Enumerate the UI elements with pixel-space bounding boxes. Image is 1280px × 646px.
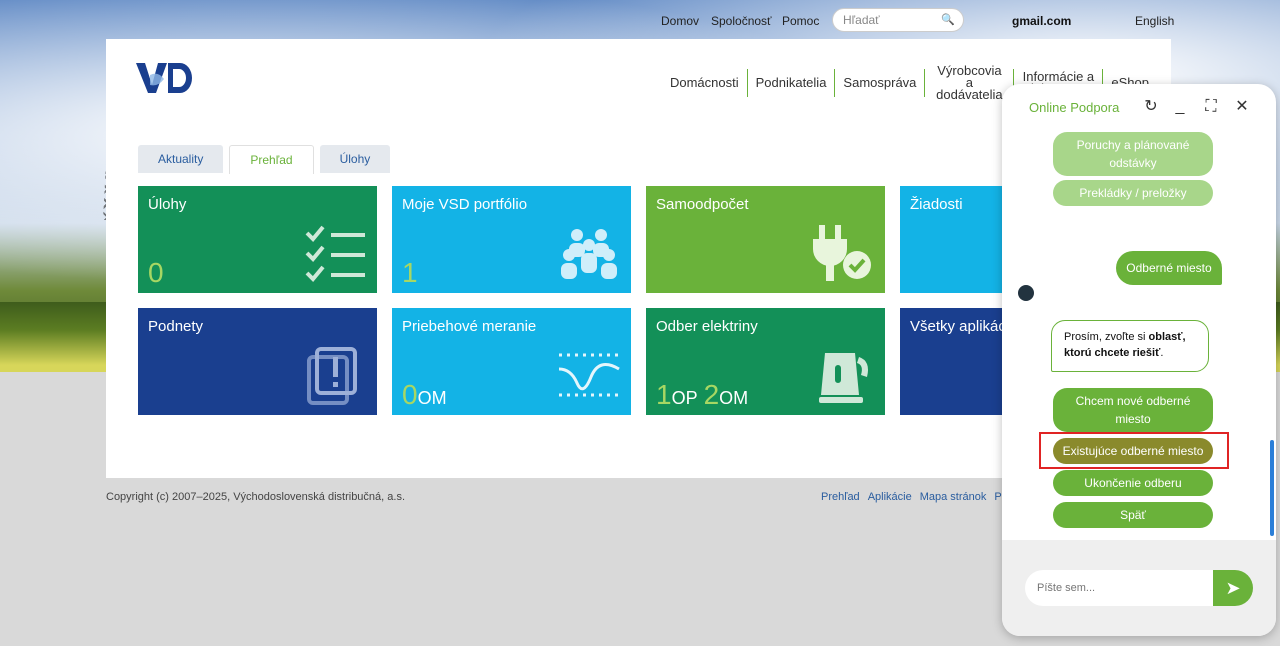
chat-messages: Poruchy a plánované odstávky Prekládky /… — [1002, 130, 1276, 540]
minimize-icon[interactable]: _ — [1171, 98, 1189, 116]
user-email[interactable]: gmail.com — [1012, 14, 1071, 28]
chat-header: Online Podpora ↻ _ ⛶ ✕ — [1002, 84, 1276, 130]
tile-count — [656, 257, 662, 289]
tile-title: Priebehové meranie — [402, 318, 537, 335]
language-link[interactable]: English — [1135, 14, 1174, 28]
highlight-box — [1039, 432, 1229, 469]
tile-unit: OM — [417, 388, 447, 408]
chat-option-ukoncenie[interactable]: Ukončenie odberu — [1053, 470, 1213, 496]
tile-count2: 2 — [703, 379, 720, 410]
footer-link-aplikacie[interactable]: Aplikácie — [868, 491, 912, 503]
tile-title: Moje VSD portfólio — [402, 196, 528, 213]
top-link-spolocnost[interactable]: Spoločnosť — [711, 14, 772, 28]
top-link-pomoc[interactable]: Pomoc — [782, 14, 819, 28]
nav-domacnosti[interactable]: Domácnosti — [662, 69, 748, 97]
tile-count: 1 — [402, 257, 418, 288]
nav-podnikatelia[interactable]: Podnikatelia — [748, 69, 836, 97]
search-input[interactable]: Hľadať 🔍 — [832, 8, 964, 32]
tab-aktuality[interactable]: Aktuality — [138, 145, 224, 173]
checklist-icon — [303, 223, 367, 283]
bot-message-prefix: Prosím, zvoľte si — [1064, 331, 1149, 343]
tile-count: 0 — [402, 379, 418, 410]
tile-6[interactable]: Odber elektriny 1OP 2OM — [646, 308, 885, 415]
footer-link-prehlad[interactable]: Prehľad — [821, 491, 860, 503]
tile-2[interactable]: Samoodpočet — [646, 186, 885, 293]
chat-title: Online Podpora — [1029, 100, 1120, 115]
chat-option-poruchy[interactable]: Poruchy a plánované odstávky — [1053, 132, 1213, 176]
kettle-icon — [811, 345, 875, 405]
close-icon[interactable]: ✕ — [1233, 98, 1251, 116]
tile-title: Úlohy — [148, 196, 187, 213]
tab-ulohy[interactable]: Úlohy — [319, 145, 391, 173]
alert-icon — [303, 345, 367, 405]
expand-icon[interactable]: ⛶ — [1202, 98, 1220, 116]
tile-5[interactable]: Priebehové meranie 0OM — [392, 308, 631, 415]
chat-option-spat[interactable]: Späť — [1053, 502, 1213, 528]
user-message: Odberné miesto — [1116, 251, 1222, 285]
footer-link-mapa[interactable]: Mapa stránok — [920, 491, 987, 503]
chat-option-preklady[interactable]: Prekládky / preložky — [1053, 180, 1213, 206]
bot-message: Prosím, zvoľte si oblasť, ktorú chcete r… — [1051, 320, 1209, 372]
plug-icon — [811, 223, 875, 283]
search-placeholder: Hľadať — [843, 13, 880, 27]
footer-links: Prehľad Aplikácie Mapa stránok Po — [821, 491, 1008, 503]
tile-title: Samoodpočet — [656, 196, 749, 213]
top-bar: Domov Spoločnosť Pomoc — [0, 12, 1280, 30]
tile-count — [910, 379, 916, 411]
tile-title: Odber elektriny — [656, 318, 758, 335]
tile-count: 0 — [148, 257, 170, 289]
send-icon[interactable]: ➤ — [1213, 570, 1253, 606]
nav-samosprava[interactable]: Samospráva — [835, 69, 926, 97]
chat-widget: Online Podpora ↻ _ ⛶ ✕ Poruchy a plánova… — [1002, 84, 1276, 636]
search-icon[interactable]: 🔍 — [941, 13, 955, 26]
refresh-icon[interactable]: ↻ — [1142, 98, 1160, 116]
vsd-logo[interactable] — [136, 61, 194, 95]
top-link-domov[interactable]: Domov — [661, 14, 699, 28]
tile-count: 1 — [656, 379, 672, 410]
tile-unit: OP — [671, 388, 698, 408]
chat-input[interactable] — [1025, 570, 1213, 606]
chat-scrollbar[interactable] — [1270, 440, 1274, 536]
tile-0[interactable]: Úlohy 0 — [138, 186, 377, 293]
people-icon — [557, 223, 621, 283]
tile-count: 1OP 2OM — [656, 379, 748, 411]
tile-title: Podnety — [148, 318, 204, 335]
tile-unit2: OM — [719, 388, 749, 408]
chat-footer: ➤ — [1002, 540, 1276, 636]
wave-icon — [557, 345, 621, 405]
copyright-text: Copyright (c) 2007–2025, Východoslovensk… — [106, 491, 406, 503]
tile-count: 0OM — [402, 379, 453, 411]
tile-count — [148, 379, 154, 411]
tab-bar: Aktuality Prehľad Úlohy — [138, 145, 391, 174]
tile-count: 0 — [148, 257, 164, 288]
tile-count: 1 — [402, 257, 424, 289]
tile-1[interactable]: Moje VSD portfólio 1 — [392, 186, 631, 293]
bot-avatar — [1018, 285, 1034, 301]
chat-option-nove-miesto[interactable]: Chcem nové odberné miesto — [1053, 388, 1213, 432]
tile-4[interactable]: Podnety — [138, 308, 377, 415]
tile-count — [910, 257, 916, 289]
bot-message-suffix: . — [1160, 347, 1164, 359]
tab-prehlad[interactable]: Prehľad — [229, 145, 314, 174]
